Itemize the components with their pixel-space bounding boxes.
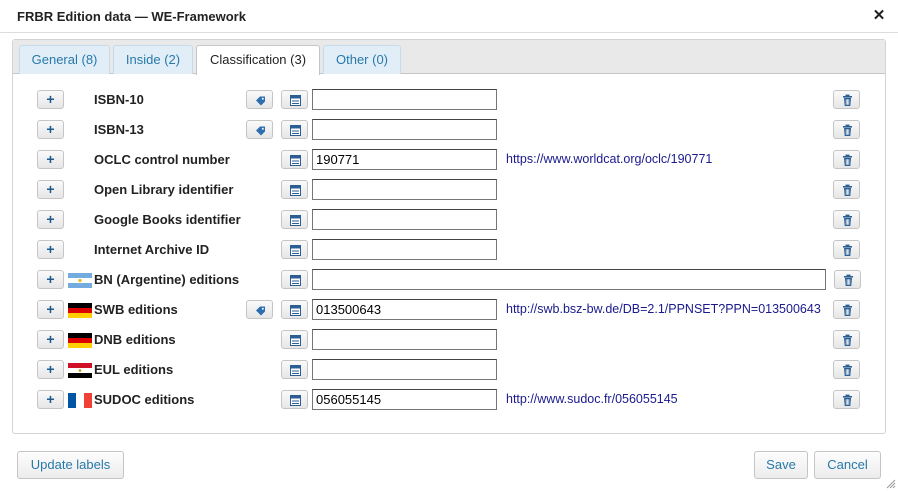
delete-value-button[interactable] [833,390,860,409]
dialog-title: FRBR Edition data — WE-Framework [17,9,246,24]
property-label: Google Books identifier [94,212,241,227]
property-label: DNB editions [94,332,176,347]
egypt-flag [68,363,92,378]
delete-value-button[interactable] [833,210,860,229]
property-value-input[interactable] [312,329,497,350]
property-label: SUDOC editions [94,392,195,407]
property-value-input[interactable] [312,269,826,290]
germany-flag [68,303,92,318]
delete-value-button[interactable] [833,120,860,139]
property-row: + Google Books identifier [0,207,898,233]
resize-grip-icon[interactable] [886,479,896,489]
property-value-input[interactable] [312,299,497,320]
list-select-icon[interactable] [281,330,308,349]
add-value-button[interactable]: + [37,330,64,349]
argentina-flag [68,273,92,288]
save-button[interactable]: Save [754,451,808,479]
property-row: + SWB editions http://swb.bsz-bw.de/DB=2.1… [0,297,898,323]
property-value-input[interactable] [312,239,497,260]
list-select-icon[interactable] [281,300,308,319]
add-value-button[interactable]: + [37,210,64,229]
list-select-icon[interactable] [281,120,308,139]
tab-inside[interactable]: Inside (2) [113,45,193,74]
cancel-button[interactable]: Cancel [814,451,881,479]
list-select-icon[interactable] [281,90,308,109]
property-link[interactable]: http://swb.bsz-bw.de/DB=2.1/PPNSET?PPN=0… [506,302,821,316]
list-select-icon[interactable] [281,240,308,259]
tag-icon[interactable] [246,90,273,109]
property-value-input[interactable] [312,359,497,380]
delete-value-button[interactable] [833,150,860,169]
property-label: OCLC control number [94,152,230,167]
delete-value-button[interactable] [833,180,860,199]
add-value-button[interactable]: + [37,270,64,289]
property-label: Open Library identifier [94,182,234,197]
add-value-button[interactable]: + [37,120,64,139]
delete-value-button[interactable] [834,270,861,289]
france-flag [68,393,92,408]
property-label: EUL editions [94,362,174,377]
delete-value-button[interactable] [833,360,860,379]
add-value-button[interactable]: + [37,150,64,169]
germany-flag [68,333,92,348]
property-value-input[interactable] [312,89,497,110]
property-row: + DNB editions [0,327,898,353]
property-label: BN (Argentine) editions [94,272,240,287]
tab-classification[interactable]: Classification (3) [196,45,320,75]
add-value-button[interactable]: + [37,180,64,199]
property-row: + SUDOC editions http://www.sudoc.fr/05605… [0,387,898,413]
delete-value-button[interactable] [833,240,860,259]
tab-bar: General (8) Inside (2) Classification (3… [13,40,885,75]
add-value-button[interactable]: + [37,90,64,109]
list-select-icon[interactable] [281,270,308,289]
list-select-icon[interactable] [281,150,308,169]
tab-other[interactable]: Other (0) [323,45,401,74]
property-label: ISBN-10 [94,92,144,107]
property-row: + BN (Argentine) editions [0,267,898,293]
property-row: + ISBN-10 [0,87,898,113]
property-label: Internet Archive ID [94,242,210,257]
add-value-button[interactable]: + [37,360,64,379]
property-value-input[interactable] [312,119,497,140]
property-row: + ISBN-13 [0,117,898,143]
list-select-icon[interactable] [281,390,308,409]
delete-value-button[interactable] [833,330,860,349]
frbr-edition-dialog: FRBR Edition data — WE-Framework ✕ Gener… [0,0,898,491]
list-select-icon[interactable] [281,210,308,229]
property-row: + Internet Archive ID [0,237,898,263]
close-icon[interactable]: ✕ [870,6,888,26]
list-select-icon[interactable] [281,180,308,199]
property-row: + Open Library identifier [0,177,898,203]
property-value-input[interactable] [312,179,497,200]
property-label: ISBN-13 [94,122,144,137]
add-value-button[interactable]: + [37,300,64,319]
tag-icon[interactable] [246,300,273,319]
dialog-footer: Update labels Save Cancel [0,438,898,491]
property-link[interactable]: https://www.worldcat.org/oclc/190771 [506,152,712,166]
delete-value-button[interactable] [833,90,860,109]
property-label: SWB editions [94,302,178,317]
list-select-icon[interactable] [281,360,308,379]
delete-value-button[interactable] [833,300,860,319]
property-row: + OCLC control number https://www.worldcat… [0,147,898,173]
property-value-input[interactable] [312,389,497,410]
property-link[interactable]: http://www.sudoc.fr/056055145 [506,392,678,406]
dialog-titlebar[interactable]: FRBR Edition data — WE-Framework ✕ [0,0,898,33]
property-row: + EUL editions [0,357,898,383]
tag-icon[interactable] [246,120,273,139]
update-labels-button[interactable]: Update labels [17,451,124,479]
add-value-button[interactable]: + [37,240,64,259]
property-value-input[interactable] [312,149,497,170]
add-value-button[interactable]: + [37,390,64,409]
property-value-input[interactable] [312,209,497,230]
tab-general[interactable]: General (8) [19,45,110,74]
